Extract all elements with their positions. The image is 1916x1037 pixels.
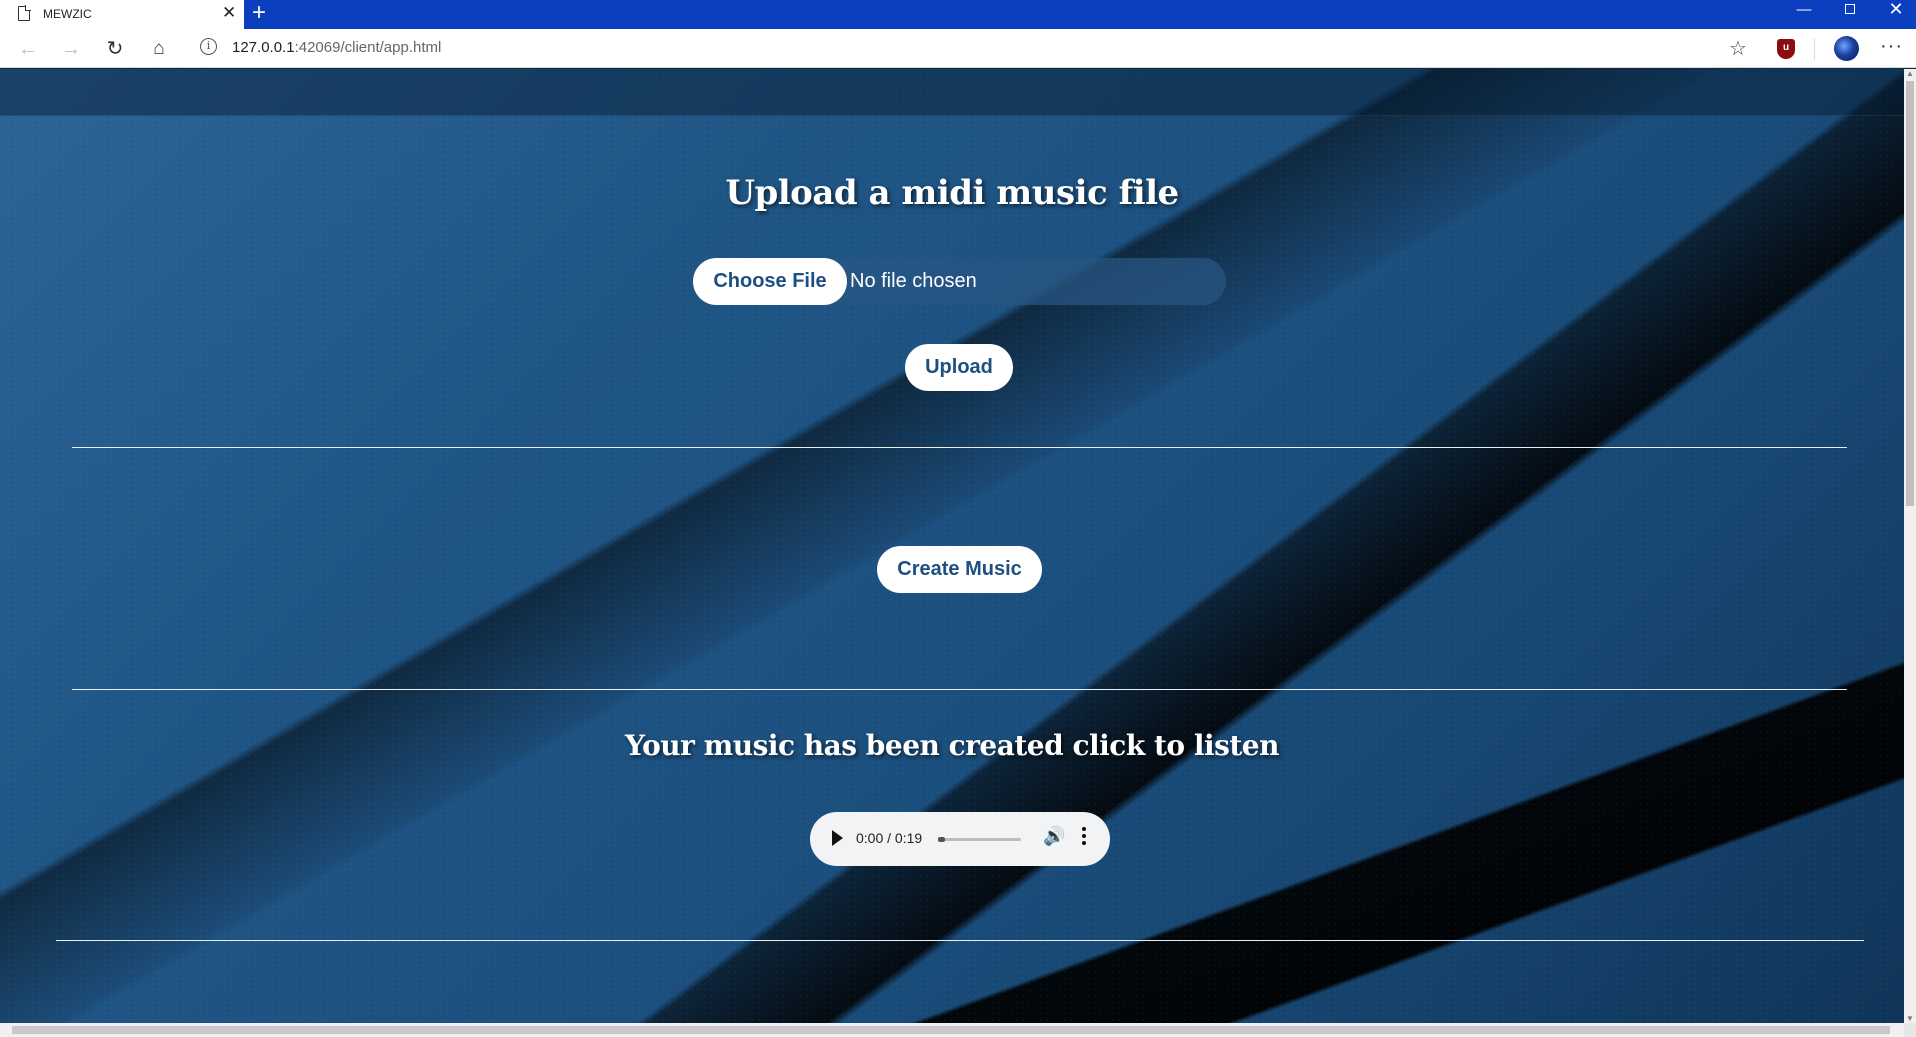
tab-title: MEWZIC — [43, 7, 92, 21]
play-icon[interactable] — [832, 830, 843, 846]
profile-avatar-icon[interactable] — [1834, 36, 1859, 61]
page-viewport: Upload a midi music file Choose File No … — [0, 69, 1916, 1037]
window-restore-button[interactable] — [1827, 0, 1873, 29]
window-close-button[interactable]: ✕ — [1873, 0, 1916, 29]
browser-tab[interactable]: MEWZIC ✕ — [0, 0, 244, 29]
audio-player[interactable]: 0:00 / 0:19 🔊 — [810, 812, 1110, 866]
file-input[interactable]: Choose File No file chosen — [693, 258, 1226, 305]
divider — [72, 447, 1847, 448]
tab-close-button[interactable]: ✕ — [222, 4, 236, 21]
forward-arrow-icon[interactable]: → — [59, 37, 83, 61]
ublock-shield-icon[interactable]: u — [1777, 39, 1795, 59]
scroll-up-arrow-icon[interactable]: ▲ — [1906, 69, 1914, 78]
seek-knob[interactable] — [938, 837, 945, 842]
url-host: 127.0.0.1 — [232, 39, 295, 56]
browser-toolbar: ← → ↻ ⌂ i 127.0.0.1:42069/client/app.htm… — [0, 29, 1916, 68]
volume-icon[interactable]: 🔊 — [1043, 826, 1065, 847]
playback-time: 0:00 / 0:19 — [856, 830, 923, 846]
scrollbar-corner — [1904, 1023, 1916, 1037]
scrollbar-thumb[interactable] — [12, 1026, 1890, 1034]
scroll-down-arrow-icon[interactable]: ▼ — [1906, 1014, 1914, 1023]
window-minimize-button[interactable]: — — [1781, 0, 1827, 29]
upload-button[interactable]: Upload — [905, 344, 1013, 391]
browser-tab-bar: MEWZIC ✕ + — ✕ — [0, 0, 1916, 29]
choose-file-button[interactable]: Choose File — [693, 258, 847, 305]
divider — [72, 689, 1847, 690]
horizontal-scrollbar[interactable] — [0, 1023, 1904, 1037]
page-icon — [18, 5, 31, 21]
url-path: :42069/client/app.html — [294, 39, 442, 56]
page-content: Upload a midi music file Choose File No … — [0, 69, 1904, 1023]
new-tab-button[interactable]: + — [252, 1, 266, 25]
kebab-menu-icon[interactable] — [1082, 827, 1086, 848]
info-icon[interactable]: i — [200, 38, 217, 55]
star-icon[interactable]: ☆ — [1729, 36, 1747, 61]
divider — [56, 940, 1864, 941]
restore-icon — [1845, 4, 1855, 14]
more-menu-icon[interactable]: ··· — [1880, 35, 1903, 58]
back-arrow-icon[interactable]: ← — [16, 37, 40, 61]
create-music-button[interactable]: Create Music — [877, 546, 1042, 593]
home-icon[interactable]: ⌂ — [147, 37, 171, 61]
toolbar-divider — [1814, 38, 1815, 60]
address-bar[interactable]: 127.0.0.1:42069/client/app.html — [232, 39, 441, 56]
seek-slider[interactable] — [938, 837, 1021, 842]
reload-icon[interactable]: ↻ — [103, 37, 127, 61]
vertical-scrollbar[interactable]: ▲ ▼ — [1904, 69, 1916, 1023]
upload-heading: Upload a midi music file — [725, 173, 1179, 213]
file-status-text: No file chosen — [850, 270, 977, 292]
scrollbar-thumb[interactable] — [1906, 81, 1914, 506]
result-heading: Your music has been created click to lis… — [625, 729, 1279, 762]
